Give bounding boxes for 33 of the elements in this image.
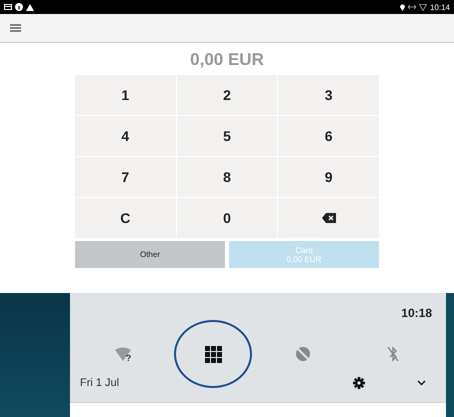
- notification-icon: [4, 4, 12, 10]
- menu-icon[interactable]: [10, 24, 21, 32]
- wifi-icon: [114, 347, 131, 361]
- keypad-key[interactable]: C: [75, 198, 176, 238]
- backspace-key[interactable]: [278, 198, 379, 238]
- panel-time: 10:18: [401, 306, 432, 320]
- keypad-key[interactable]: 6: [278, 116, 379, 156]
- settings-icon[interactable]: [353, 377, 365, 389]
- keypad-key[interactable]: 5: [176, 116, 278, 156]
- quick-tile[interactable]: ?: [108, 339, 138, 369]
- other-button[interactable]: Other: [75, 241, 225, 268]
- keypad-key[interactable]: 9: [278, 157, 379, 197]
- bluetooth-off-icon: [387, 346, 399, 362]
- warning-icon: [26, 4, 34, 10]
- keypad-key[interactable]: 3: [278, 75, 379, 115]
- data-saver-off-icon: [295, 346, 311, 362]
- info-icon: [15, 3, 23, 11]
- expand-icon[interactable]: [417, 380, 426, 386]
- status-time: 10:14: [430, 2, 450, 12]
- keypad-key[interactable]: 4: [75, 116, 176, 156]
- keypad-key[interactable]: 8: [176, 157, 278, 197]
- keypad-key[interactable]: 7: [75, 157, 176, 197]
- backspace-icon: [322, 213, 336, 223]
- location-icon: [400, 4, 405, 10]
- unknown-mark: ?: [126, 353, 132, 363]
- keypad-key[interactable]: 2: [176, 75, 278, 115]
- panel-date: Fri 1 Jul: [80, 377, 120, 389]
- keypad-key[interactable]: 0: [176, 198, 278, 238]
- data-transfer-icon: [408, 4, 416, 10]
- keypad-key[interactable]: 1: [75, 75, 176, 115]
- circled-tile[interactable]: [174, 320, 252, 388]
- app-grid-icon: [204, 346, 222, 362]
- signal-icon: [418, 4, 427, 10]
